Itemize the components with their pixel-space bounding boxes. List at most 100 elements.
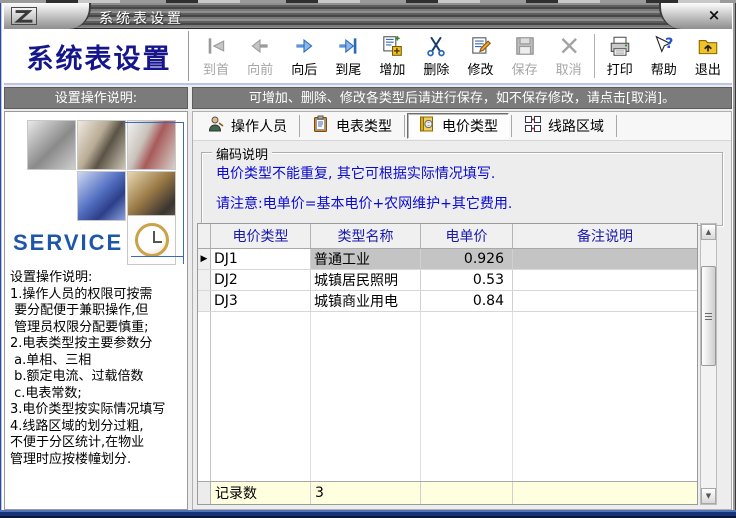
table-row[interactable]: DJ3 城镇商业用电 0.84 (198, 291, 697, 312)
first-label: 到首 (203, 62, 229, 80)
filler-cell (311, 312, 421, 481)
exit-icon (696, 34, 720, 62)
cell-remark[interactable] (513, 291, 697, 311)
save-icon (513, 34, 537, 62)
row-indicator: ▶ (198, 249, 211, 269)
instruction-line: b.额定电流、过载倍数 (10, 369, 186, 386)
tab-meter-type-label: 电表类型 (336, 116, 392, 136)
tab-separator (404, 115, 405, 137)
save-label: 保存 (512, 62, 538, 80)
notice-message: 可增加、删除、修改各类型后请进行保存，如不保存修改，请点击[取消]。 (192, 87, 732, 109)
operator-icon (207, 115, 225, 137)
instruction-line: c.电表常数; (10, 386, 186, 403)
table-row[interactable]: ▶ DJ1 普通工业 0.926 (198, 249, 697, 270)
tab-price-type-label: 电价类型 (442, 116, 498, 136)
cell-type-name[interactable]: 普通工业 (311, 249, 421, 269)
add-icon (380, 34, 404, 62)
toolbar: 到首 向前 向后 到尾 增加 删除 (194, 31, 730, 84)
page-title: 系统表设置 (10, 37, 188, 76)
delete-label: 删除 (423, 62, 449, 80)
column-header-unit-price[interactable]: 电单价 (421, 224, 513, 248)
window-title: 系统表设置 (99, 8, 184, 28)
indicator-column-header (198, 224, 211, 248)
line-area-icon (524, 115, 542, 137)
leather-photo (127, 171, 176, 221)
cell-type-name[interactable]: 城镇居民照明 (311, 270, 421, 290)
next-icon (292, 34, 316, 62)
instruction-line: 3.电价类型按实际情况填写 (10, 402, 186, 419)
exit-label: 退出 (695, 62, 721, 80)
tab-price-type[interactable]: 电价类型 (407, 113, 509, 139)
window-border-left (0, 3, 4, 518)
filler-cell (513, 312, 697, 481)
prev-label: 向前 (247, 62, 273, 80)
groupbox-line: 请注意:电单价=基本电价+农网维护+其它费用. (216, 193, 722, 213)
cell-remark[interactable] (513, 249, 697, 269)
row-indicator (198, 291, 211, 311)
last-button[interactable]: 到尾 (326, 31, 370, 83)
titlebar[interactable]: 系统表设置 × (3, 3, 733, 29)
scrollbar-track[interactable] (701, 240, 716, 488)
tab-separator (511, 115, 512, 137)
print-button[interactable]: 打印 (598, 31, 642, 83)
instruction-line: 要分配便于兼职操作,但 (10, 303, 186, 320)
grid-header-row: 电价类型 类型名称 电单价 备注说明 (198, 224, 697, 249)
instruction-line: 2.电表类型按主要参数分 (10, 336, 186, 353)
grid-empty-area[interactable] (198, 312, 697, 481)
row-indicator (198, 270, 211, 290)
instruction-line: 不便于分区统计,在物业 (10, 435, 186, 452)
instruction-line: 管理时应按楼幢划分. (10, 452, 186, 469)
modify-label: 修改 (468, 62, 494, 80)
first-icon (204, 34, 228, 62)
next-label: 向后 (291, 62, 317, 80)
add-button[interactable]: 增加 (370, 31, 414, 83)
app-logo-icon (11, 7, 37, 25)
footer-empty-cell (421, 482, 513, 504)
instruction-line: 4.线路区域的划分过粗, (10, 419, 186, 436)
system-table-settings-window: 系统表设置 × 系统表设置 到首 向前 向后 到尾 (0, 0, 736, 518)
column-header-remark[interactable]: 备注说明 (513, 224, 697, 248)
next-button[interactable]: 向后 (282, 31, 326, 83)
cell-price-type[interactable]: DJ3 (211, 291, 311, 311)
pens-photo (127, 120, 176, 170)
filler-cell (211, 312, 311, 481)
modify-button[interactable]: 修改 (458, 31, 502, 83)
groupbox-title: 编码说明 (212, 144, 272, 163)
cancel-button[interactable]: 取消 (547, 31, 591, 83)
save-button[interactable]: 保存 (503, 31, 547, 83)
cell-price-type[interactable]: DJ1 (211, 249, 311, 269)
footer-empty-cell (513, 482, 697, 504)
delete-button[interactable]: 删除 (414, 31, 458, 83)
tab-separator (616, 115, 617, 137)
main-panel: 操作人员 电表类型 电价类型 线路区域 编码说明 电价类型不能重复, 其它可根据… (192, 111, 732, 510)
exit-button[interactable]: 退出 (686, 31, 730, 83)
grid-footer-row: 记录数 3 (198, 481, 697, 504)
cancel-icon (557, 34, 581, 62)
tab-operators[interactable]: 操作人员 (197, 113, 297, 139)
decor-line-top (123, 122, 183, 123)
tab-line-area[interactable]: 线路区域 (514, 113, 614, 139)
table-row[interactable]: DJ2 城镇居民照明 0.53 (198, 270, 697, 291)
cancel-label: 取消 (556, 62, 582, 80)
grid-vertical-scrollbar[interactable]: ▲ ▼ (700, 223, 717, 505)
service-wordmark: SERVICE (13, 230, 123, 256)
cell-price-type[interactable]: DJ2 (211, 270, 311, 290)
cell-unit-price[interactable]: 0.926 (421, 249, 513, 269)
tab-meter-type[interactable]: 电表类型 (302, 113, 402, 139)
tab-bar: 操作人员 电表类型 电价类型 线路区域 (193, 112, 731, 141)
scroll-down-button[interactable]: ▼ (701, 488, 716, 504)
column-header-type-name[interactable]: 类型名称 (311, 224, 421, 248)
cell-unit-price[interactable]: 0.53 (421, 270, 513, 290)
cell-remark[interactable] (513, 270, 697, 290)
column-header-price-type[interactable]: 电价类型 (211, 224, 311, 248)
close-button[interactable]: × (705, 7, 723, 25)
scroll-up-button[interactable]: ▲ (701, 224, 716, 240)
cell-unit-price[interactable]: 0.84 (421, 291, 513, 311)
prev-button[interactable]: 向前 (238, 31, 282, 83)
scrollbar-thumb[interactable] (701, 266, 716, 366)
cell-type-name[interactable]: 城镇商业用电 (311, 291, 421, 311)
help-button[interactable]: ? 帮助 (642, 31, 686, 83)
first-button[interactable]: 到首 (194, 31, 238, 83)
record-count-value: 3 (311, 482, 421, 504)
add-label: 增加 (379, 62, 405, 80)
